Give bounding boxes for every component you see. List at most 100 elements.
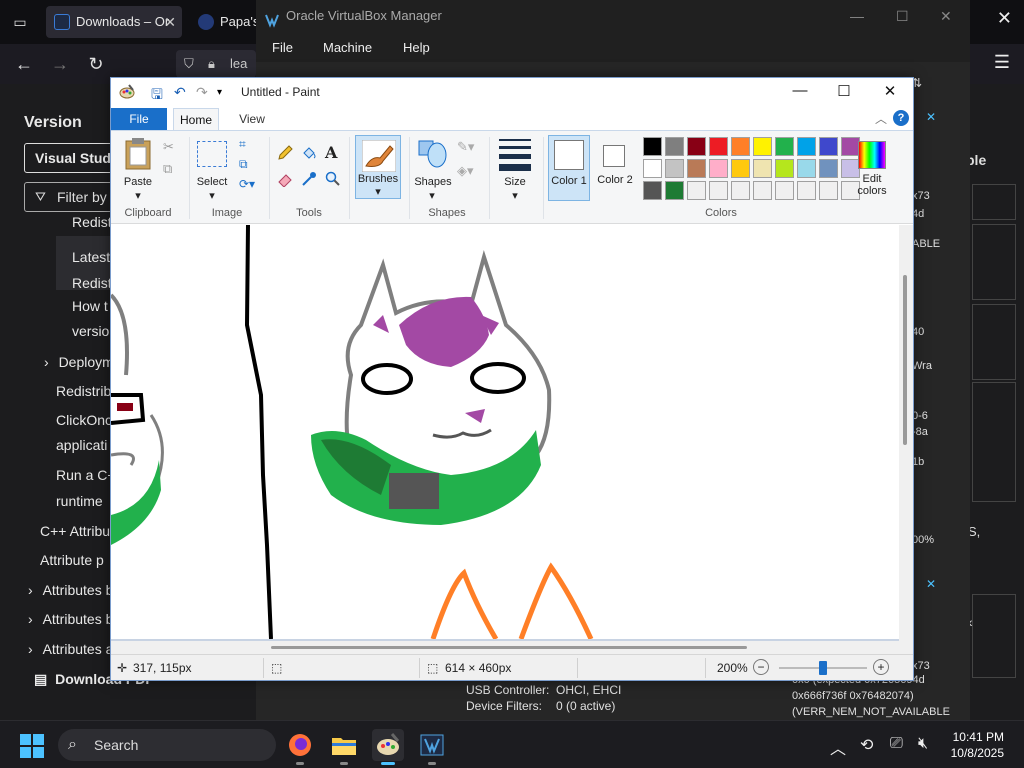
palette-swatch[interactable] — [753, 137, 772, 156]
palette-swatch[interactable] — [687, 159, 706, 178]
palette-swatch[interactable] — [731, 137, 750, 156]
magnifier-icon[interactable] — [325, 171, 341, 192]
volume-muted-icon[interactable]: 🔇︎ — [918, 735, 928, 753]
close-x-icon[interactable]: ✕ — [926, 577, 936, 591]
toc-item-selected[interactable]: Latest Redist — [56, 236, 112, 291]
color2-button[interactable]: Color 2 — [595, 135, 635, 201]
vertical-scrollbar[interactable] — [899, 225, 913, 655]
eraser-icon[interactable] — [277, 171, 293, 192]
rotate-icon[interactable]: ⟳▾ — [239, 177, 255, 191]
minimize-icon[interactable]: — — [785, 82, 815, 99]
reload-icon[interactable]: ↻ — [84, 52, 108, 76]
palette-swatch[interactable] — [819, 159, 838, 178]
chevron-up-icon[interactable]: ︿ — [830, 735, 846, 759]
toc-item[interactable]: Redist — [72, 214, 112, 230]
palette-swatch[interactable] — [665, 181, 684, 200]
tab-file[interactable]: File — [111, 108, 167, 130]
palette-swatch[interactable] — [643, 181, 662, 200]
save-icon[interactable]: 🖫︎ — [151, 84, 163, 108]
select-button[interactable] — [197, 141, 227, 167]
palette-swatch[interactable] — [731, 159, 750, 178]
cut-icon[interactable]: ✂ — [163, 139, 174, 155]
toc-item[interactable]: How t — [72, 298, 108, 314]
toc-item[interactable]: Run a C+ — [56, 467, 116, 483]
toc-item[interactable]: ClickOnc — [56, 412, 112, 428]
tab-list-icon[interactable]: ▭ — [8, 10, 32, 34]
copy-icon[interactable]: ⧉ — [163, 161, 172, 177]
color1-button[interactable]: Color 1 — [548, 135, 590, 201]
help-icon[interactable]: ? — [893, 110, 909, 126]
toc-item-attributes-1[interactable]: › Attributes b — [28, 582, 113, 598]
palette-swatch[interactable] — [643, 159, 662, 178]
edit-colors-button[interactable]: Edit colors — [853, 135, 893, 201]
sync-icon[interactable]: ⟲ — [860, 735, 873, 755]
size-dropdown-icon[interactable]: ▾ — [510, 189, 520, 202]
taskbar-virtualbox[interactable] — [416, 729, 448, 765]
tab-view[interactable]: View — [231, 108, 273, 130]
paste-button[interactable] — [123, 137, 153, 171]
palette-swatch[interactable] — [709, 159, 728, 178]
forward-arrow-icon[interactable]: → — [48, 52, 72, 76]
toc-item[interactable]: Attribute p — [40, 552, 104, 568]
back-arrow-icon[interactable]: ← — [12, 52, 36, 76]
palette-swatch[interactable] — [797, 159, 816, 178]
close-tab-icon[interactable]: ✕ — [164, 6, 176, 38]
toc-item-deployment[interactable]: › Deploym — [44, 354, 114, 370]
pencil-icon[interactable] — [277, 145, 293, 166]
toc-item-attributes-3[interactable]: › Attributes a — [28, 641, 113, 657]
palette-swatch[interactable] — [687, 181, 706, 200]
palette-swatch[interactable] — [775, 181, 794, 200]
palette-swatch[interactable] — [797, 137, 816, 156]
taskbar-paint[interactable] — [372, 729, 404, 765]
horizontal-scrollbar[interactable] — [111, 641, 899, 655]
browser-close-icon[interactable]: ✕ — [997, 8, 1012, 29]
color-picker-icon[interactable] — [301, 171, 317, 192]
toc-item[interactable]: versio — [72, 323, 109, 339]
zoom-slider-thumb[interactable] — [819, 661, 827, 675]
select-dropdown-icon[interactable]: ▾ — [207, 189, 217, 202]
toc-item[interactable]: Redistrib — [56, 383, 111, 399]
start-button[interactable] — [20, 734, 44, 758]
fill-icon[interactable]: ◈▾ — [457, 163, 474, 179]
toc-item[interactable]: applicati — [56, 437, 107, 453]
palette-swatch[interactable] — [819, 137, 838, 156]
palette-swatch[interactable] — [775, 159, 794, 178]
palette-swatch[interactable] — [819, 181, 838, 200]
palette-swatch[interactable] — [643, 137, 662, 156]
shapes-dropdown-icon[interactable]: ▾ — [427, 189, 437, 202]
customize-qat-icon[interactable]: ▾ — [217, 87, 222, 98]
outline-icon[interactable]: ✎▾ — [457, 139, 474, 155]
palette-swatch[interactable] — [731, 181, 750, 200]
browser-tab-downloads[interactable]: Downloads – Or ✕ — [46, 6, 182, 38]
text-tool-icon[interactable]: A — [325, 143, 337, 162]
paste-dropdown-icon[interactable]: ▾ — [133, 189, 143, 202]
drawing-canvas[interactable] — [111, 225, 899, 639]
palette-swatch[interactable] — [797, 181, 816, 200]
crop-icon[interactable]: ⌗ — [239, 137, 246, 152]
toc-item[interactable]: C++ Attribu — [40, 523, 110, 539]
close-icon[interactable]: ✕ — [875, 82, 905, 100]
toc-item[interactable]: runtime — [56, 493, 103, 509]
size-button[interactable] — [499, 139, 531, 171]
shapes-button[interactable] — [417, 137, 449, 176]
maximize-icon[interactable]: ☐ — [829, 82, 859, 100]
brushes-button[interactable]: Brushes ▾ — [355, 135, 401, 199]
taskbar-file-explorer[interactable] — [328, 729, 360, 765]
maximize-icon[interactable]: ☐ — [896, 0, 909, 32]
redo-icon[interactable]: ↷ — [196, 84, 208, 101]
zoom-in-icon[interactable]: + — [873, 659, 889, 675]
palette-swatch[interactable] — [665, 137, 684, 156]
scroll-thumb[interactable] — [271, 646, 747, 649]
taskbar-search[interactable]: ⌕ Search — [58, 729, 276, 761]
undo-icon[interactable]: ↶ — [174, 84, 186, 101]
minimize-icon[interactable]: — — [850, 0, 864, 32]
fill-bucket-icon[interactable] — [301, 145, 317, 166]
hamburger-menu-icon[interactable]: ☰ — [994, 52, 1010, 73]
palette-swatch[interactable] — [687, 137, 706, 156]
close-x-icon[interactable]: ✕ — [926, 110, 936, 124]
taskbar-firefox[interactable] — [284, 729, 316, 765]
menu-machine[interactable]: Machine — [323, 40, 372, 55]
palette-swatch[interactable] — [709, 137, 728, 156]
menu-help[interactable]: Help — [403, 40, 430, 55]
palette-swatch[interactable] — [775, 137, 794, 156]
